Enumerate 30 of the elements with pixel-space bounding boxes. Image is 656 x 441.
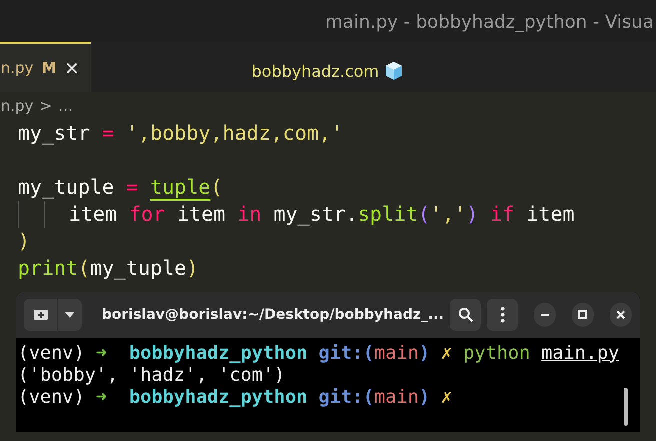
search-icon <box>458 307 474 323</box>
breadcrumb-separator: > <box>40 97 52 115</box>
minimize-button[interactable] <box>534 303 556 327</box>
code-line: print(my_tuple) <box>18 255 199 282</box>
maximize-icon <box>578 310 588 320</box>
code-line: my_tuple = tuple( <box>18 174 223 201</box>
terminal-title: borislav@borislav:~/Desktop/bobbyhadz_... <box>101 307 444 323</box>
code-line: ) <box>18 228 30 255</box>
editor-tab[interactable]: n.py M × <box>0 42 91 92</box>
code-line: item for item in my_str.split(',') if item <box>69 201 575 228</box>
editor-title: bobbyhadz.com <box>252 62 380 80</box>
breadcrumb-file[interactable]: n.py <box>1 97 34 115</box>
terminal-line: ('bobby', 'hadz', 'com') <box>18 365 286 387</box>
close-button[interactable] <box>610 303 632 327</box>
code-line: my_str = ',bobby,hadz,com,' <box>18 120 344 147</box>
window-title: main.py - bobbyhadz_python - Visua <box>325 10 654 32</box>
minimize-icon <box>540 314 550 316</box>
scrollbar[interactable] <box>624 388 628 426</box>
terminal-line: (venv) ➜ bobbyhadz_python git:(main) ✗ <box>18 387 452 409</box>
menu-button[interactable] <box>487 299 518 331</box>
dropdown-button[interactable] <box>58 299 82 331</box>
new-tab-button[interactable] <box>24 299 57 331</box>
new-tab-icon <box>32 308 48 322</box>
caret-icon <box>64 311 76 319</box>
menu-icon <box>500 307 505 323</box>
breadcrumb-more[interactable]: … <box>58 97 74 115</box>
maximize-button[interactable] <box>572 303 594 327</box>
close-icon <box>616 310 626 320</box>
terminal-line: (venv) ➜ bobbyhadz_python git:(main) ✗ python main.py <box>18 343 620 365</box>
search-button[interactable] <box>450 299 482 331</box>
